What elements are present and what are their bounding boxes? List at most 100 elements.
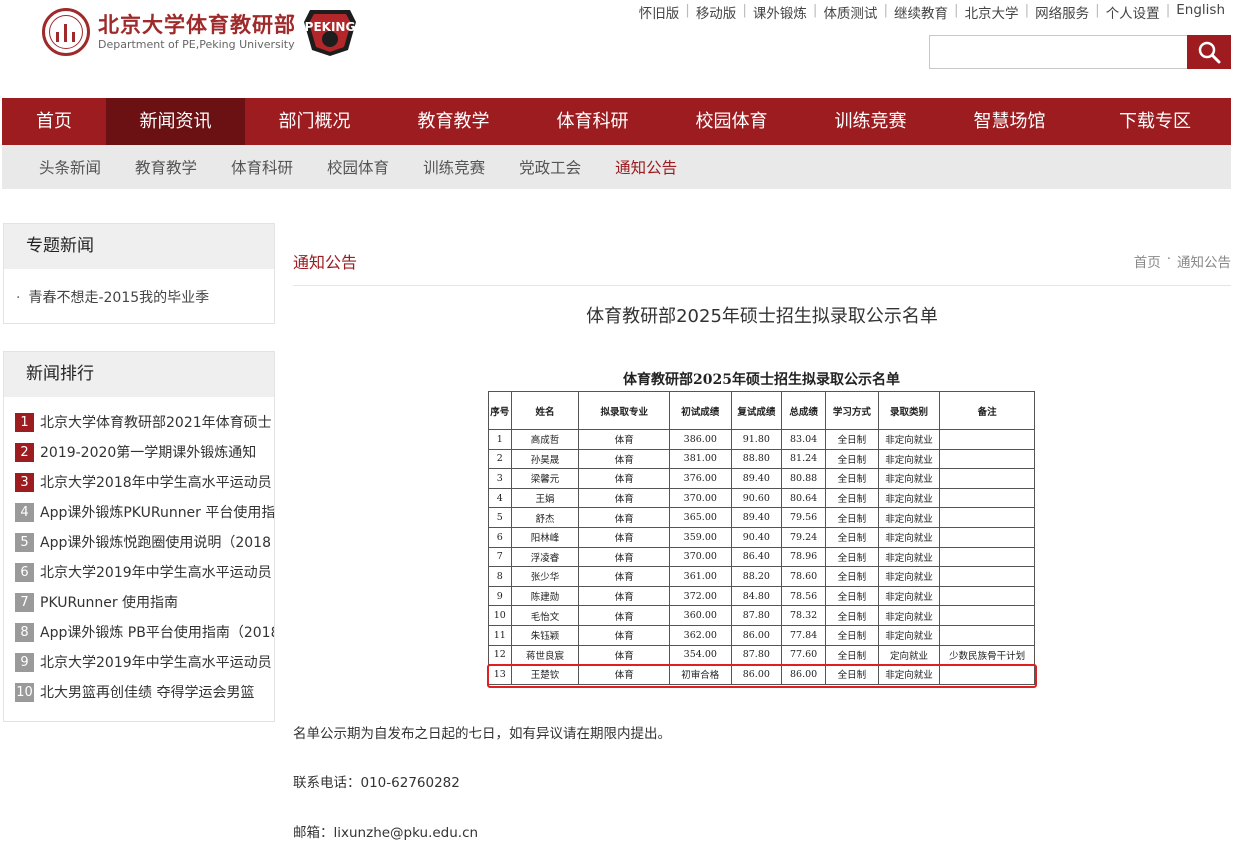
table-cell: 91.80 bbox=[730, 429, 783, 450]
top-link[interactable]: 个人设置 bbox=[1100, 2, 1166, 22]
rank-item[interactable]: 5 App课外锻炼悦跑圈使用说明（2018 bbox=[4, 527, 274, 557]
table-cell: 全日制 bbox=[825, 624, 879, 646]
breadcrumb-separator: · bbox=[1166, 251, 1171, 267]
table-header-cell: 姓名 bbox=[510, 391, 580, 430]
rank-item[interactable]: 2 2019-2020第一学期课外锻炼通知 bbox=[4, 437, 274, 467]
table-cell: 全日制 bbox=[825, 585, 879, 607]
table-cell: 朱钰颖 bbox=[510, 624, 580, 646]
top-link[interactable]: 体质测试 bbox=[817, 2, 883, 22]
breadcrumb-home[interactable]: 首页 bbox=[1134, 251, 1161, 271]
table-cell: 360.00 bbox=[668, 605, 732, 626]
table-cell: 全日制 bbox=[825, 507, 879, 528]
top-link[interactable]: 课外锻炼 bbox=[747, 2, 813, 22]
rank-number: 4 bbox=[15, 502, 34, 522]
table-cell: 88.80 bbox=[730, 448, 783, 470]
table-cell: 83.04 bbox=[781, 429, 827, 450]
table-cell: 7 bbox=[488, 546, 512, 568]
table-row: 1 高成哲 体育 386.00 91.80 83.04 全日制 非定向就业 bbox=[488, 429, 1035, 450]
sub-nav-item[interactable]: 校园体育 bbox=[327, 156, 389, 178]
table-cell bbox=[939, 448, 1035, 470]
table-cell: 11 bbox=[488, 624, 512, 646]
rank-item[interactable]: 4 App课外锻炼PKURunner 平台使用指 bbox=[4, 497, 274, 527]
main-nav-item[interactable]: 下载专区 bbox=[1079, 98, 1231, 145]
table-cell: 13 bbox=[488, 664, 512, 685]
table-row: 6 阳林峰 体育 359.00 90.40 79.24 全日制 非定向就业 bbox=[488, 526, 1035, 548]
table-cell: 体育 bbox=[578, 468, 670, 489]
top-link[interactable]: 移动版 bbox=[690, 2, 743, 22]
table-cell: 全日制 bbox=[825, 526, 879, 548]
top-link[interactable]: English bbox=[1170, 2, 1231, 22]
main-nav-item[interactable]: 首页 bbox=[2, 98, 106, 145]
main-nav-item[interactable]: 智慧场馆 bbox=[940, 98, 1079, 145]
rank-number: 10 bbox=[15, 682, 34, 702]
table-cell: 372.00 bbox=[668, 585, 732, 607]
rank-item-label: App课外锻炼PKURunner 平台使用指 bbox=[40, 505, 274, 521]
rank-item-label: 北京大学体育教研部2021年体育硕士 bbox=[40, 415, 272, 431]
pku-seal-icon bbox=[42, 8, 90, 56]
table-cell: 全日制 bbox=[825, 448, 879, 470]
rank-number: 7 bbox=[15, 592, 34, 612]
main-nav-item[interactable]: 部门概况 bbox=[245, 98, 384, 145]
table-cell: 体育 bbox=[578, 664, 670, 685]
rank-item-label: App课外锻炼 PB平台使用指南（2018 bbox=[40, 625, 274, 641]
table-cell: 体育 bbox=[578, 487, 670, 509]
rank-item[interactable]: 3 北京大学2018年中学生高水平运动员 bbox=[4, 467, 274, 497]
search-input[interactable] bbox=[929, 35, 1187, 69]
table-cell: 81.24 bbox=[781, 448, 827, 470]
rank-item[interactable]: 1 北京大学体育教研部2021年体育硕士 bbox=[4, 407, 274, 437]
table-cell: 体育 bbox=[578, 605, 670, 626]
table-row: 9 陈建勋 体育 372.00 84.80 78.56 全日制 非定向就业 bbox=[488, 585, 1035, 607]
top-link[interactable]: 北京大学 bbox=[959, 2, 1025, 22]
table-cell: 1 bbox=[488, 429, 512, 450]
rank-item[interactable]: 7 PKURunner 使用指南 bbox=[4, 587, 274, 617]
table-cell: 非定向就业 bbox=[877, 585, 941, 607]
table-cell: 阳林峰 bbox=[510, 526, 580, 548]
table-cell: 体育 bbox=[578, 546, 670, 568]
rank-item[interactable]: 10 北大男篮再创佳绩 夺得学运会男篮 bbox=[4, 677, 274, 707]
sub-nav-item[interactable]: 通知公告 bbox=[615, 156, 677, 178]
rank-item[interactable]: 9 北京大学2019年中学生高水平运动员 bbox=[4, 647, 274, 677]
top-link[interactable]: 怀旧版 bbox=[633, 2, 686, 22]
special-news-box: 专题新闻 青春不想走-2015我的毕业季 bbox=[3, 223, 275, 324]
special-news-item[interactable]: 青春不想走-2015我的毕业季 bbox=[4, 269, 274, 307]
sub-nav-item[interactable]: 体育科研 bbox=[231, 156, 293, 178]
sub-nav-item[interactable]: 党政工会 bbox=[519, 156, 581, 178]
table-cell: 87.80 bbox=[730, 605, 783, 626]
sub-nav-item[interactable]: 头条新闻 bbox=[39, 156, 101, 178]
table-cell: 8 bbox=[488, 566, 512, 587]
section-title: 通知公告 bbox=[293, 253, 358, 272]
main-nav-item[interactable]: 体育科研 bbox=[523, 98, 662, 145]
main-nav-item[interactable]: 校园体育 bbox=[662, 98, 801, 145]
table-cell: 90.40 bbox=[730, 526, 783, 548]
table-cell: 体育 bbox=[578, 566, 670, 587]
rank-item[interactable]: 6 北京大学2019年中学生高水平运动员 bbox=[4, 557, 274, 587]
breadcrumb: 首页 · 通知公告 bbox=[1134, 251, 1231, 271]
table-cell: 86.40 bbox=[730, 546, 783, 568]
table-cell: 浮凌睿 bbox=[510, 546, 580, 568]
table-cell: 354.00 bbox=[668, 644, 732, 666]
table-cell: 全日制 bbox=[825, 487, 879, 509]
top-link[interactable]: 网络服务 bbox=[1029, 2, 1095, 22]
top-link[interactable]: 继续教育 bbox=[888, 2, 954, 22]
table-cell: 89.40 bbox=[730, 507, 783, 528]
rank-number: 5 bbox=[15, 532, 34, 552]
table-cell: 370.00 bbox=[668, 487, 732, 509]
rank-item-label: 北大男篮再创佳绩 夺得学运会男篮 bbox=[40, 685, 255, 701]
sub-nav: 头条新闻 教育教学 体育科研 校园体育 训练竞赛 党政工会 通知公告 bbox=[2, 145, 1231, 189]
main-nav-item[interactable]: 新闻资讯 bbox=[106, 98, 245, 145]
table-cell bbox=[939, 487, 1035, 509]
table-cell: 370.00 bbox=[668, 546, 732, 568]
main-nav-item[interactable]: 教育教学 bbox=[384, 98, 523, 145]
sub-nav-item[interactable]: 教育教学 bbox=[135, 156, 197, 178]
special-news-title: 专题新闻 bbox=[4, 224, 274, 269]
table-row: 3 梁馨元 体育 376.00 89.40 80.88 全日制 非定向就业 bbox=[488, 468, 1035, 489]
table-cell: 体育 bbox=[578, 644, 670, 666]
search-button[interactable] bbox=[1187, 35, 1231, 69]
breadcrumb-current[interactable]: 通知公告 bbox=[1177, 251, 1231, 271]
table-cell: 9 bbox=[488, 585, 512, 607]
table-cell: 初审合格 bbox=[668, 664, 732, 685]
sub-nav-item[interactable]: 训练竞赛 bbox=[423, 156, 485, 178]
rank-item[interactable]: 8 App课外锻炼 PB平台使用指南（2018 bbox=[4, 617, 274, 647]
main-nav-item[interactable]: 训练竞赛 bbox=[801, 98, 940, 145]
site-logo[interactable]: 北京大学体育教研部 Department of PE,Peking Univer… bbox=[42, 8, 296, 56]
